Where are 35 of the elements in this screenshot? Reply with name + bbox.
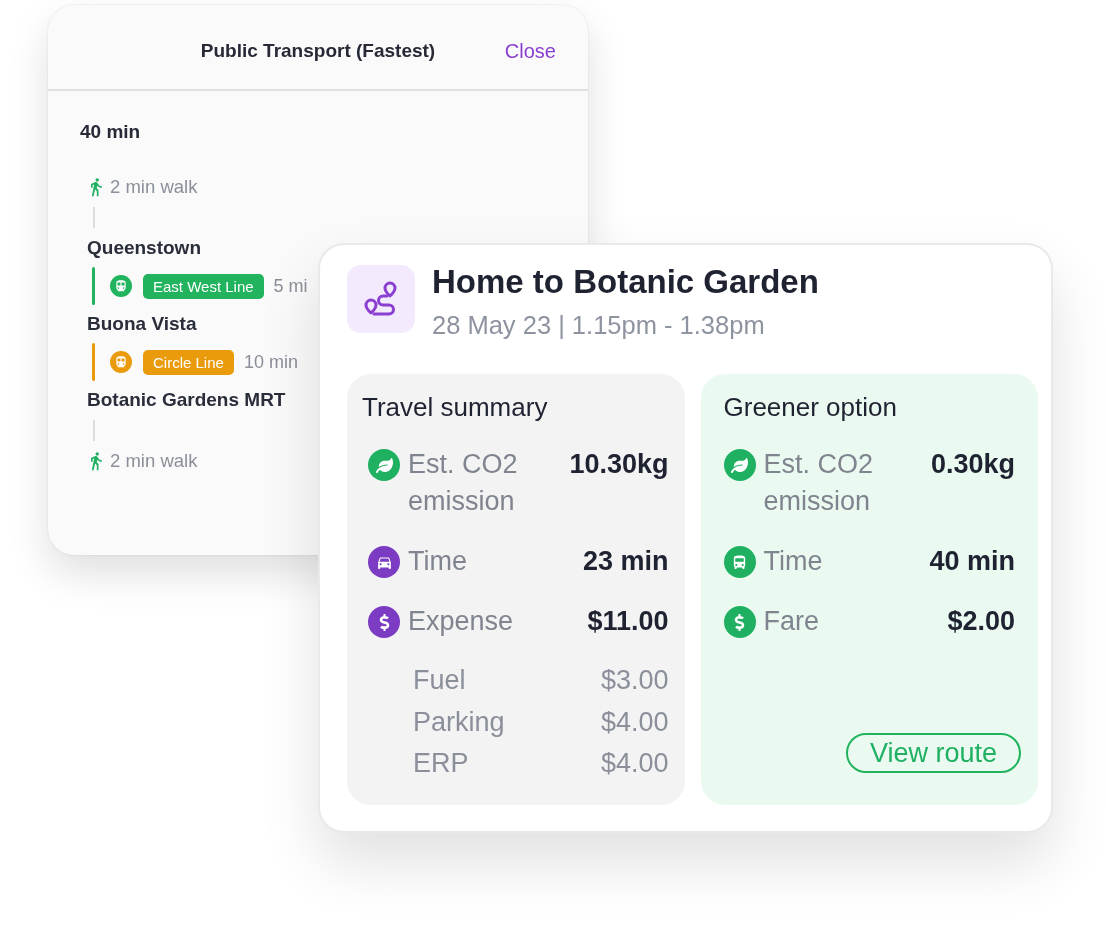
- walk-duration: 2 min walk: [110, 450, 198, 472]
- cost-value: $4.00: [600, 748, 669, 780]
- total-duration: 40 min: [80, 120, 141, 144]
- route-icon: [347, 265, 415, 333]
- metric-value: $11.00: [587, 605, 669, 638]
- line-badge: Circle Line: [143, 349, 234, 375]
- close-button[interactable]: Close: [504, 39, 556, 63]
- station-name: Botanic Gardens MRT: [87, 388, 286, 412]
- line-badge: East West Line: [143, 273, 264, 299]
- trip-date-time: 28 May 23 | 1.15pm - 1.38pm: [432, 310, 766, 340]
- metric-label: Est. CO2 emission: [763, 448, 875, 518]
- trip-title: Home to Botanic Garden: [432, 263, 819, 301]
- cost-label: Fuel: [413, 665, 466, 697]
- card-title: Public Transport (Fastest): [200, 40, 436, 62]
- walk-duration: 2 min walk: [110, 176, 198, 198]
- ride-duration: 10 min: [243, 351, 298, 373]
- panel-title: Travel summary: [362, 394, 548, 420]
- metric-value: 0.30kg: [930, 448, 1015, 481]
- cost-label: Parking: [413, 706, 505, 738]
- metric-label: Time: [408, 545, 468, 578]
- metric-value: 10.30kg: [569, 448, 669, 481]
- metric-label: Time: [763, 545, 824, 578]
- cost-value: $4.00: [600, 706, 669, 738]
- ride-duration: 5 mi: [273, 275, 308, 297]
- metric-value: 23 min: [582, 545, 669, 578]
- station-name: Buona Vista: [87, 312, 197, 336]
- metric-value: 40 min: [929, 545, 1015, 578]
- cost-value: $3.00: [600, 665, 669, 697]
- station-name: Queenstown: [87, 236, 201, 260]
- metric-label: Expense: [408, 605, 515, 638]
- metric-label: Fare: [763, 605, 821, 638]
- metric-value: $2.00: [947, 605, 1015, 638]
- metric-label: Est. CO2 emission: [408, 448, 519, 518]
- cost-label: ERP: [413, 748, 469, 780]
- panel-title: Greener option: [723, 394, 897, 420]
